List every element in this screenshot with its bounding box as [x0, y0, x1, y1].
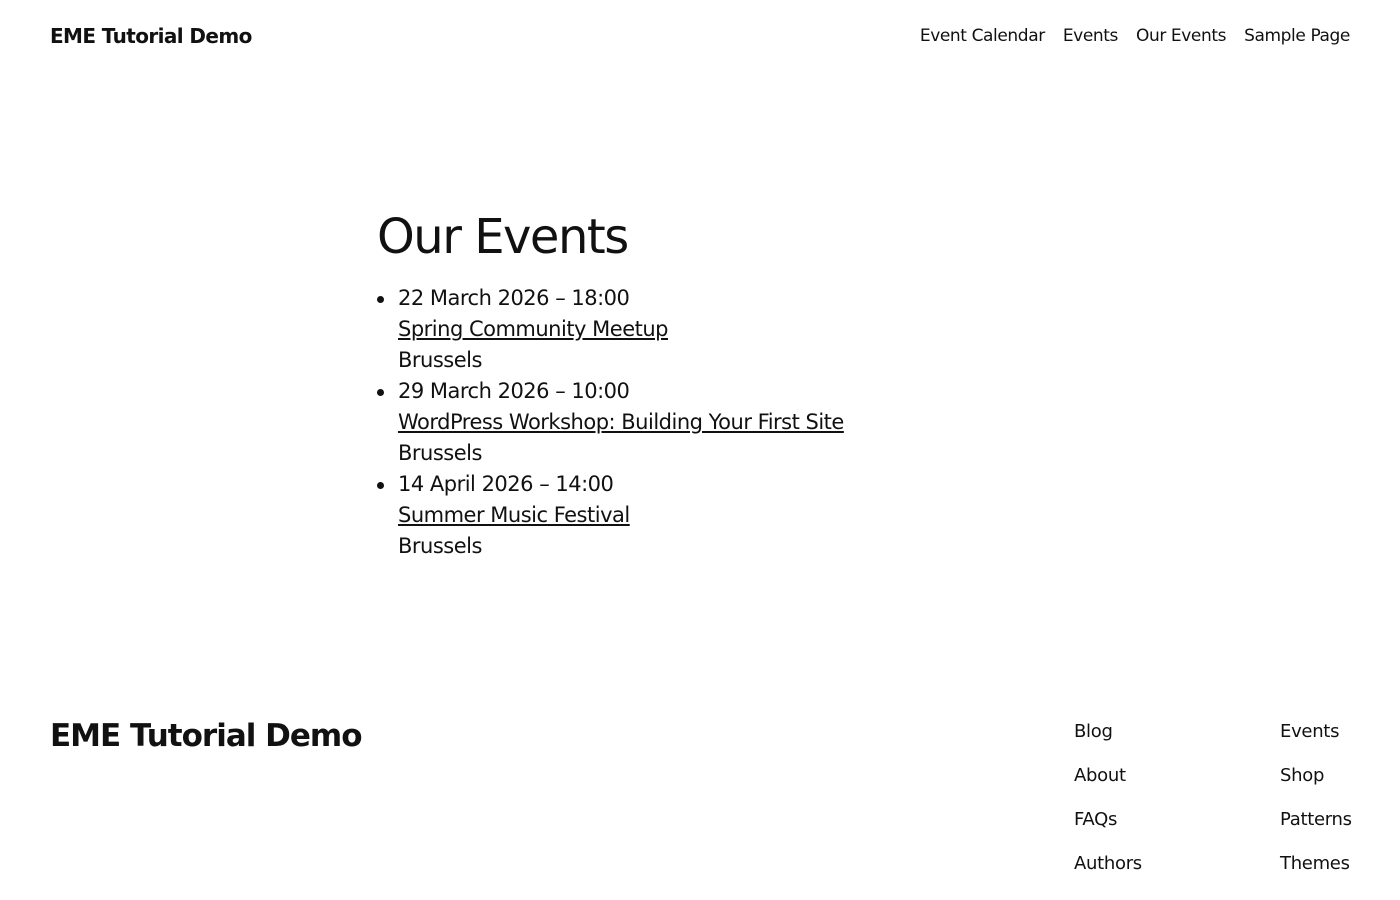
- footer-site-title-link[interactable]: EME Tutorial Demo: [50, 718, 363, 754]
- nav-item-events[interactable]: Events: [1063, 26, 1119, 46]
- footer-nav-column-2: Events Shop Patterns Themes: [1280, 720, 1352, 896]
- footer-nav-column-1: Blog About FAQs Authors: [1074, 720, 1142, 896]
- nav-item-event-calendar[interactable]: Event Calendar: [920, 26, 1045, 46]
- event-datetime: 29 March 2026 – 10:00: [398, 379, 630, 403]
- primary-nav: Event Calendar Events Our Events Sample …: [920, 26, 1351, 46]
- main-content: Our Events 22 March 2026 – 18:00 Spring …: [377, 205, 1077, 562]
- event-title-link[interactable]: Summer Music Festival: [398, 503, 630, 527]
- event-title-link[interactable]: WordPress Workshop: Building Your First …: [398, 410, 844, 434]
- event-datetime: 14 April 2026 – 14:00: [398, 472, 614, 496]
- footer-link-blog[interactable]: Blog: [1074, 720, 1142, 764]
- site-header: EME Tutorial Demo Event Calendar Events …: [0, 0, 1400, 72]
- footer-link-shop[interactable]: Shop: [1280, 764, 1352, 808]
- event-location: Brussels: [398, 441, 482, 465]
- event-list: 22 March 2026 – 18:00 Spring Community M…: [377, 283, 1077, 562]
- page: EME Tutorial Demo Event Calendar Events …: [0, 0, 1400, 900]
- event-title-link[interactable]: Spring Community Meetup: [398, 317, 669, 341]
- page-title: Our Events: [377, 209, 629, 265]
- event-location: Brussels: [398, 348, 482, 372]
- event-datetime: 22 March 2026 – 18:00: [398, 286, 630, 310]
- footer-link-themes[interactable]: Themes: [1280, 852, 1352, 896]
- footer-link-authors[interactable]: Authors: [1074, 852, 1142, 896]
- nav-item-sample-page[interactable]: Sample Page: [1244, 26, 1350, 46]
- footer-link-events[interactable]: Events: [1280, 720, 1352, 764]
- event-list-item: 22 March 2026 – 18:00 Spring Community M…: [377, 283, 1077, 376]
- site-title-link[interactable]: EME Tutorial Demo: [50, 24, 252, 48]
- event-list-item: 29 March 2026 – 10:00 WordPress Workshop…: [377, 376, 1077, 469]
- nav-item-our-events[interactable]: Our Events: [1136, 26, 1227, 46]
- footer-link-about[interactable]: About: [1074, 764, 1142, 808]
- footer-link-patterns[interactable]: Patterns: [1280, 808, 1352, 852]
- footer-link-faqs[interactable]: FAQs: [1074, 808, 1142, 852]
- event-location: Brussels: [398, 534, 482, 558]
- site-footer: EME Tutorial Demo Blog About FAQs Author…: [0, 716, 1400, 900]
- event-list-item: 14 April 2026 – 14:00 Summer Music Festi…: [377, 469, 1077, 562]
